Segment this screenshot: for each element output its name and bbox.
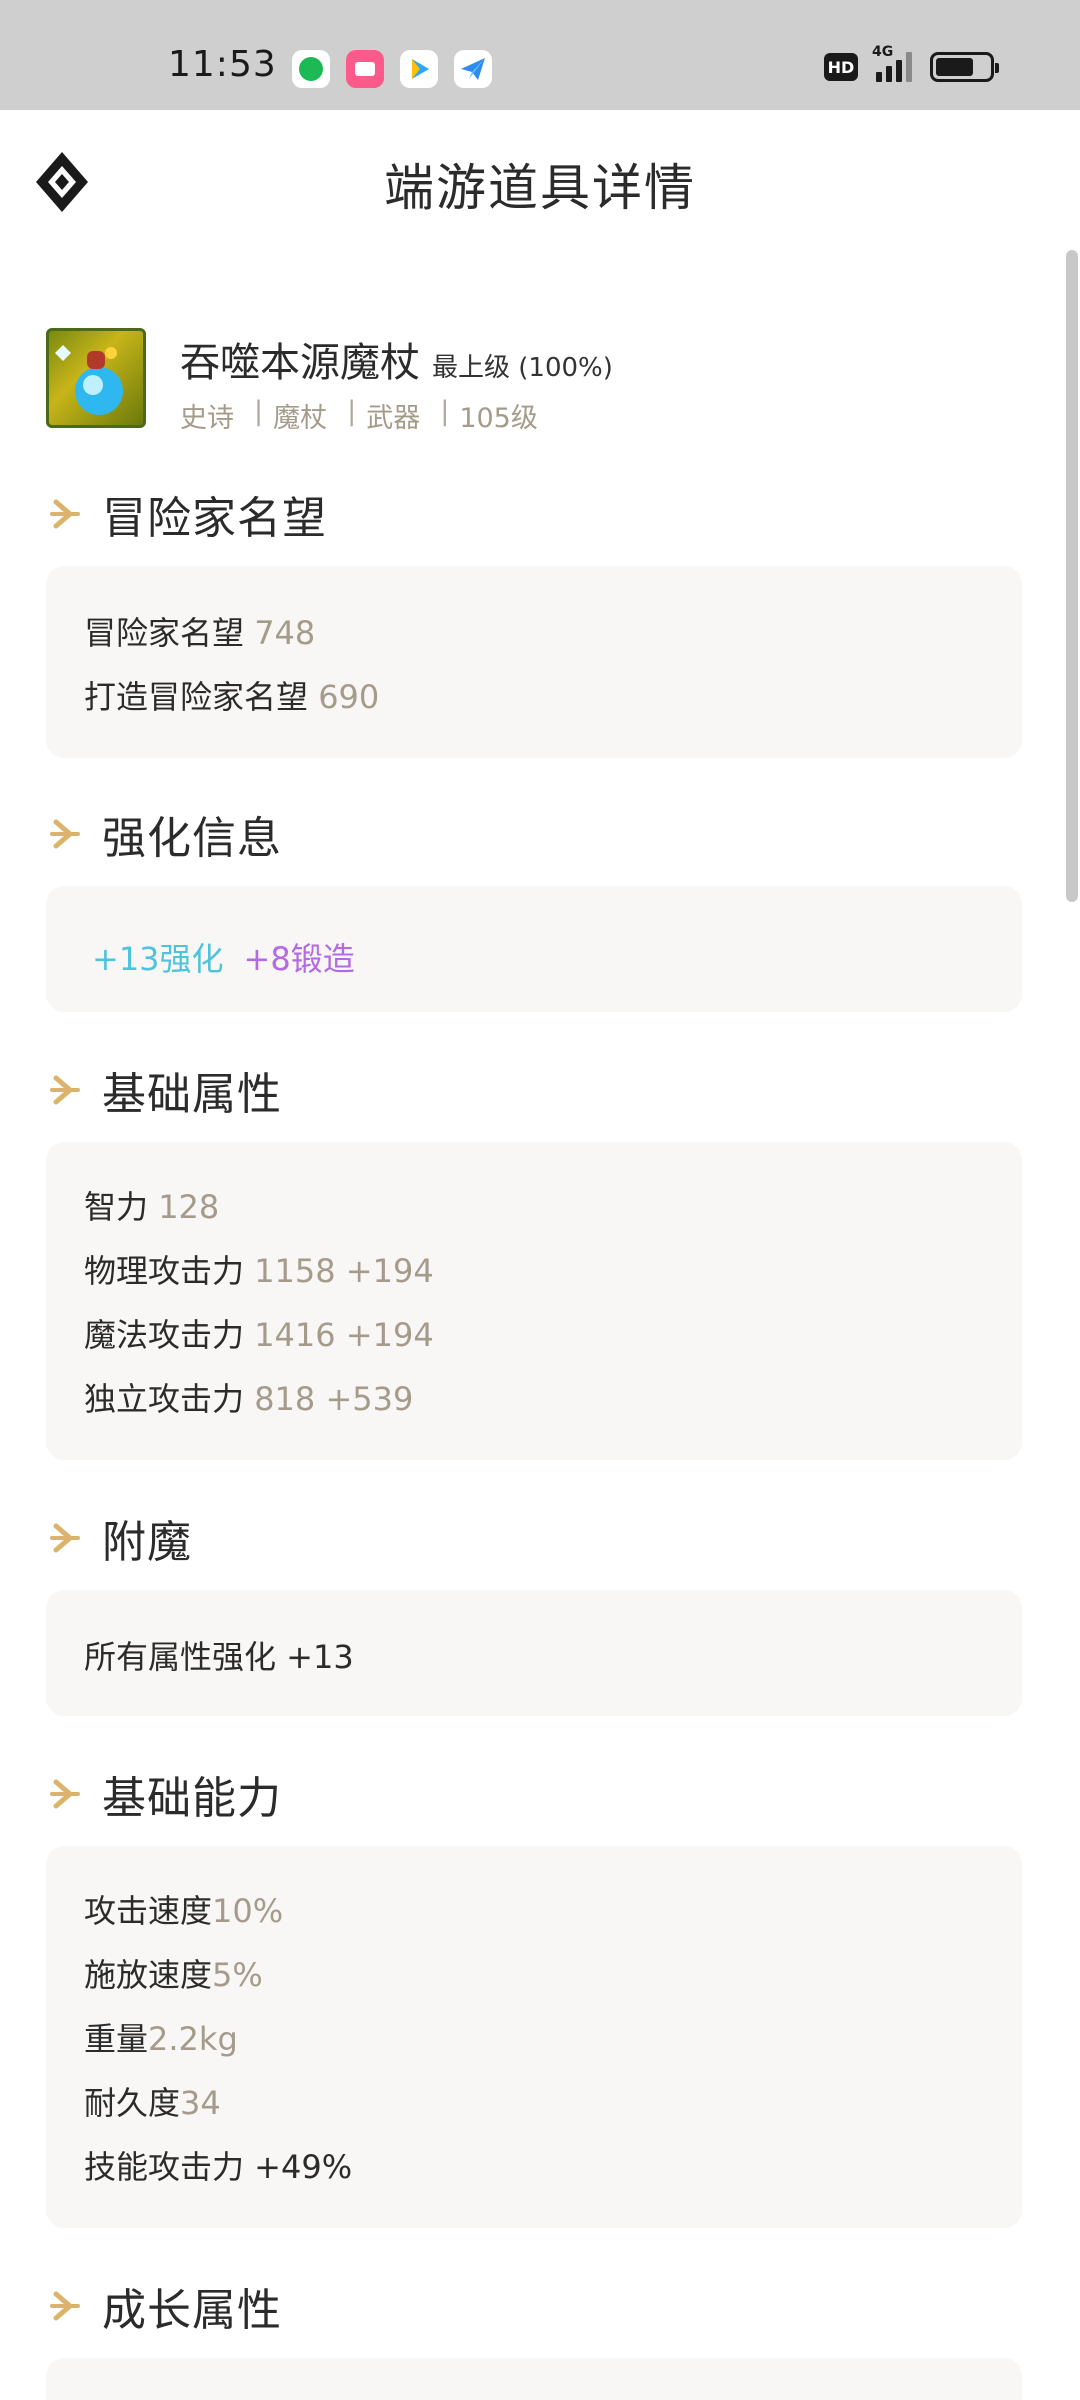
player-app-icon bbox=[400, 50, 438, 88]
scrollbar[interactable] bbox=[1066, 250, 1078, 902]
arrow-right-icon bbox=[50, 2291, 80, 2321]
section-title-base-abilities: 基础能力 bbox=[48, 1762, 282, 1826]
section-title-growth: 成长属性 bbox=[48, 2274, 282, 2338]
arrow-right-icon bbox=[50, 1075, 80, 1105]
section-title-reinforce: 强化信息 bbox=[48, 802, 282, 866]
arrow-right-icon bbox=[50, 1779, 80, 1809]
section-title-text: 基础属性 bbox=[102, 1069, 282, 1120]
status-right-icons: HD 4G bbox=[824, 44, 999, 82]
ability-row: 攻击速度10% bbox=[84, 1892, 284, 1930]
arrow-right-icon bbox=[50, 819, 80, 849]
section-title-base-stats: 基础属性 bbox=[48, 1058, 282, 1122]
network-type: 4G bbox=[872, 44, 894, 60]
section-title-fame: 冒险家名望 bbox=[48, 482, 327, 546]
stat-row: 物理攻击力 1158 +194 bbox=[84, 1252, 434, 1290]
tag-divider: | bbox=[440, 396, 450, 427]
stat-row: 独立攻击力 818 +539 bbox=[84, 1380, 414, 1418]
status-bar: 11:53 HD 4G bbox=[0, 0, 1080, 110]
battery-icon bbox=[930, 52, 999, 82]
section-title-text: 附魔 bbox=[102, 1517, 192, 1568]
signal-icon: 4G bbox=[872, 44, 912, 82]
forge-fame-row: 打造冒险家名望 690 bbox=[84, 678, 380, 716]
section-title-enchant: 附魔 bbox=[48, 1506, 192, 1570]
hd-badge: HD bbox=[824, 53, 858, 81]
fame-card: 冒险家名望 748 打造冒险家名望 690 bbox=[46, 566, 1022, 758]
base-abilities-card: 攻击速度10% 施放速度5% 重量2.2kg 耐久度34 技能攻击力 +49% bbox=[46, 1846, 1022, 2228]
base-stats-card: 智力 128 物理攻击力 1158 +194 魔法攻击力 1416 +194 独… bbox=[46, 1142, 1022, 1460]
music-app-icon bbox=[292, 50, 330, 88]
ability-row: 重量2.2kg bbox=[84, 2020, 238, 2058]
item-grade: 最上级 (100%) bbox=[432, 353, 613, 383]
growth-card bbox=[46, 2358, 1022, 2400]
section-title-text: 冒险家名望 bbox=[102, 493, 327, 544]
skill-attack-row: 技能攻击力 +49% bbox=[84, 2148, 353, 2186]
stat-row: 智力 128 bbox=[84, 1188, 220, 1226]
item-summary: 吞噬本源魔杖 最上级 (100%) 史诗 | 魔杖 | 武器 | 105级 bbox=[46, 328, 1026, 434]
status-time: 11:53 bbox=[168, 44, 277, 85]
item-tag-rarity: 史诗 bbox=[180, 403, 234, 434]
video-app-icon bbox=[346, 50, 384, 88]
send-app-icon bbox=[454, 50, 492, 88]
ability-row: 耐久度34 bbox=[84, 2084, 221, 2122]
reinforce-level: +13强化 bbox=[92, 940, 224, 978]
reinforce-card: +13强化 +8锻造 bbox=[46, 886, 1022, 1012]
item-tag-category: 武器 bbox=[366, 403, 421, 434]
item-tag-level: 105级 bbox=[459, 403, 538, 434]
forge-level: +8锻造 bbox=[243, 940, 355, 978]
item-title: 吞噬本源魔杖 最上级 (100%) bbox=[180, 330, 613, 388]
arrow-right-icon bbox=[50, 499, 80, 529]
arrow-right-icon bbox=[50, 1523, 80, 1553]
ability-row: 施放速度5% bbox=[84, 1956, 263, 1994]
fame-row: 冒险家名望 748 bbox=[84, 614, 316, 652]
page-title: 端游道具详情 bbox=[384, 159, 696, 217]
enchant-text: 所有属性强化 +13 bbox=[84, 1638, 354, 1676]
tag-divider: | bbox=[254, 396, 264, 427]
section-title-text: 成长属性 bbox=[102, 2285, 282, 2336]
notification-icons bbox=[292, 50, 492, 88]
item-tags: 史诗 | 魔杖 | 武器 | 105级 bbox=[180, 396, 544, 435]
item-tag-type: 魔杖 bbox=[273, 403, 328, 434]
app-header: 端游道具详情 bbox=[0, 110, 1080, 250]
section-title-text: 基础能力 bbox=[102, 1773, 282, 1824]
item-name: 吞噬本源魔杖 bbox=[180, 340, 420, 386]
section-title-text: 强化信息 bbox=[102, 813, 282, 864]
stat-row: 魔法攻击力 1416 +194 bbox=[84, 1316, 434, 1354]
tag-divider: | bbox=[347, 396, 357, 427]
reinforce-line: +13强化 +8锻造 bbox=[92, 934, 355, 980]
staff-item-icon bbox=[46, 328, 146, 428]
enchant-card: 所有属性强化 +13 bbox=[46, 1590, 1022, 1716]
